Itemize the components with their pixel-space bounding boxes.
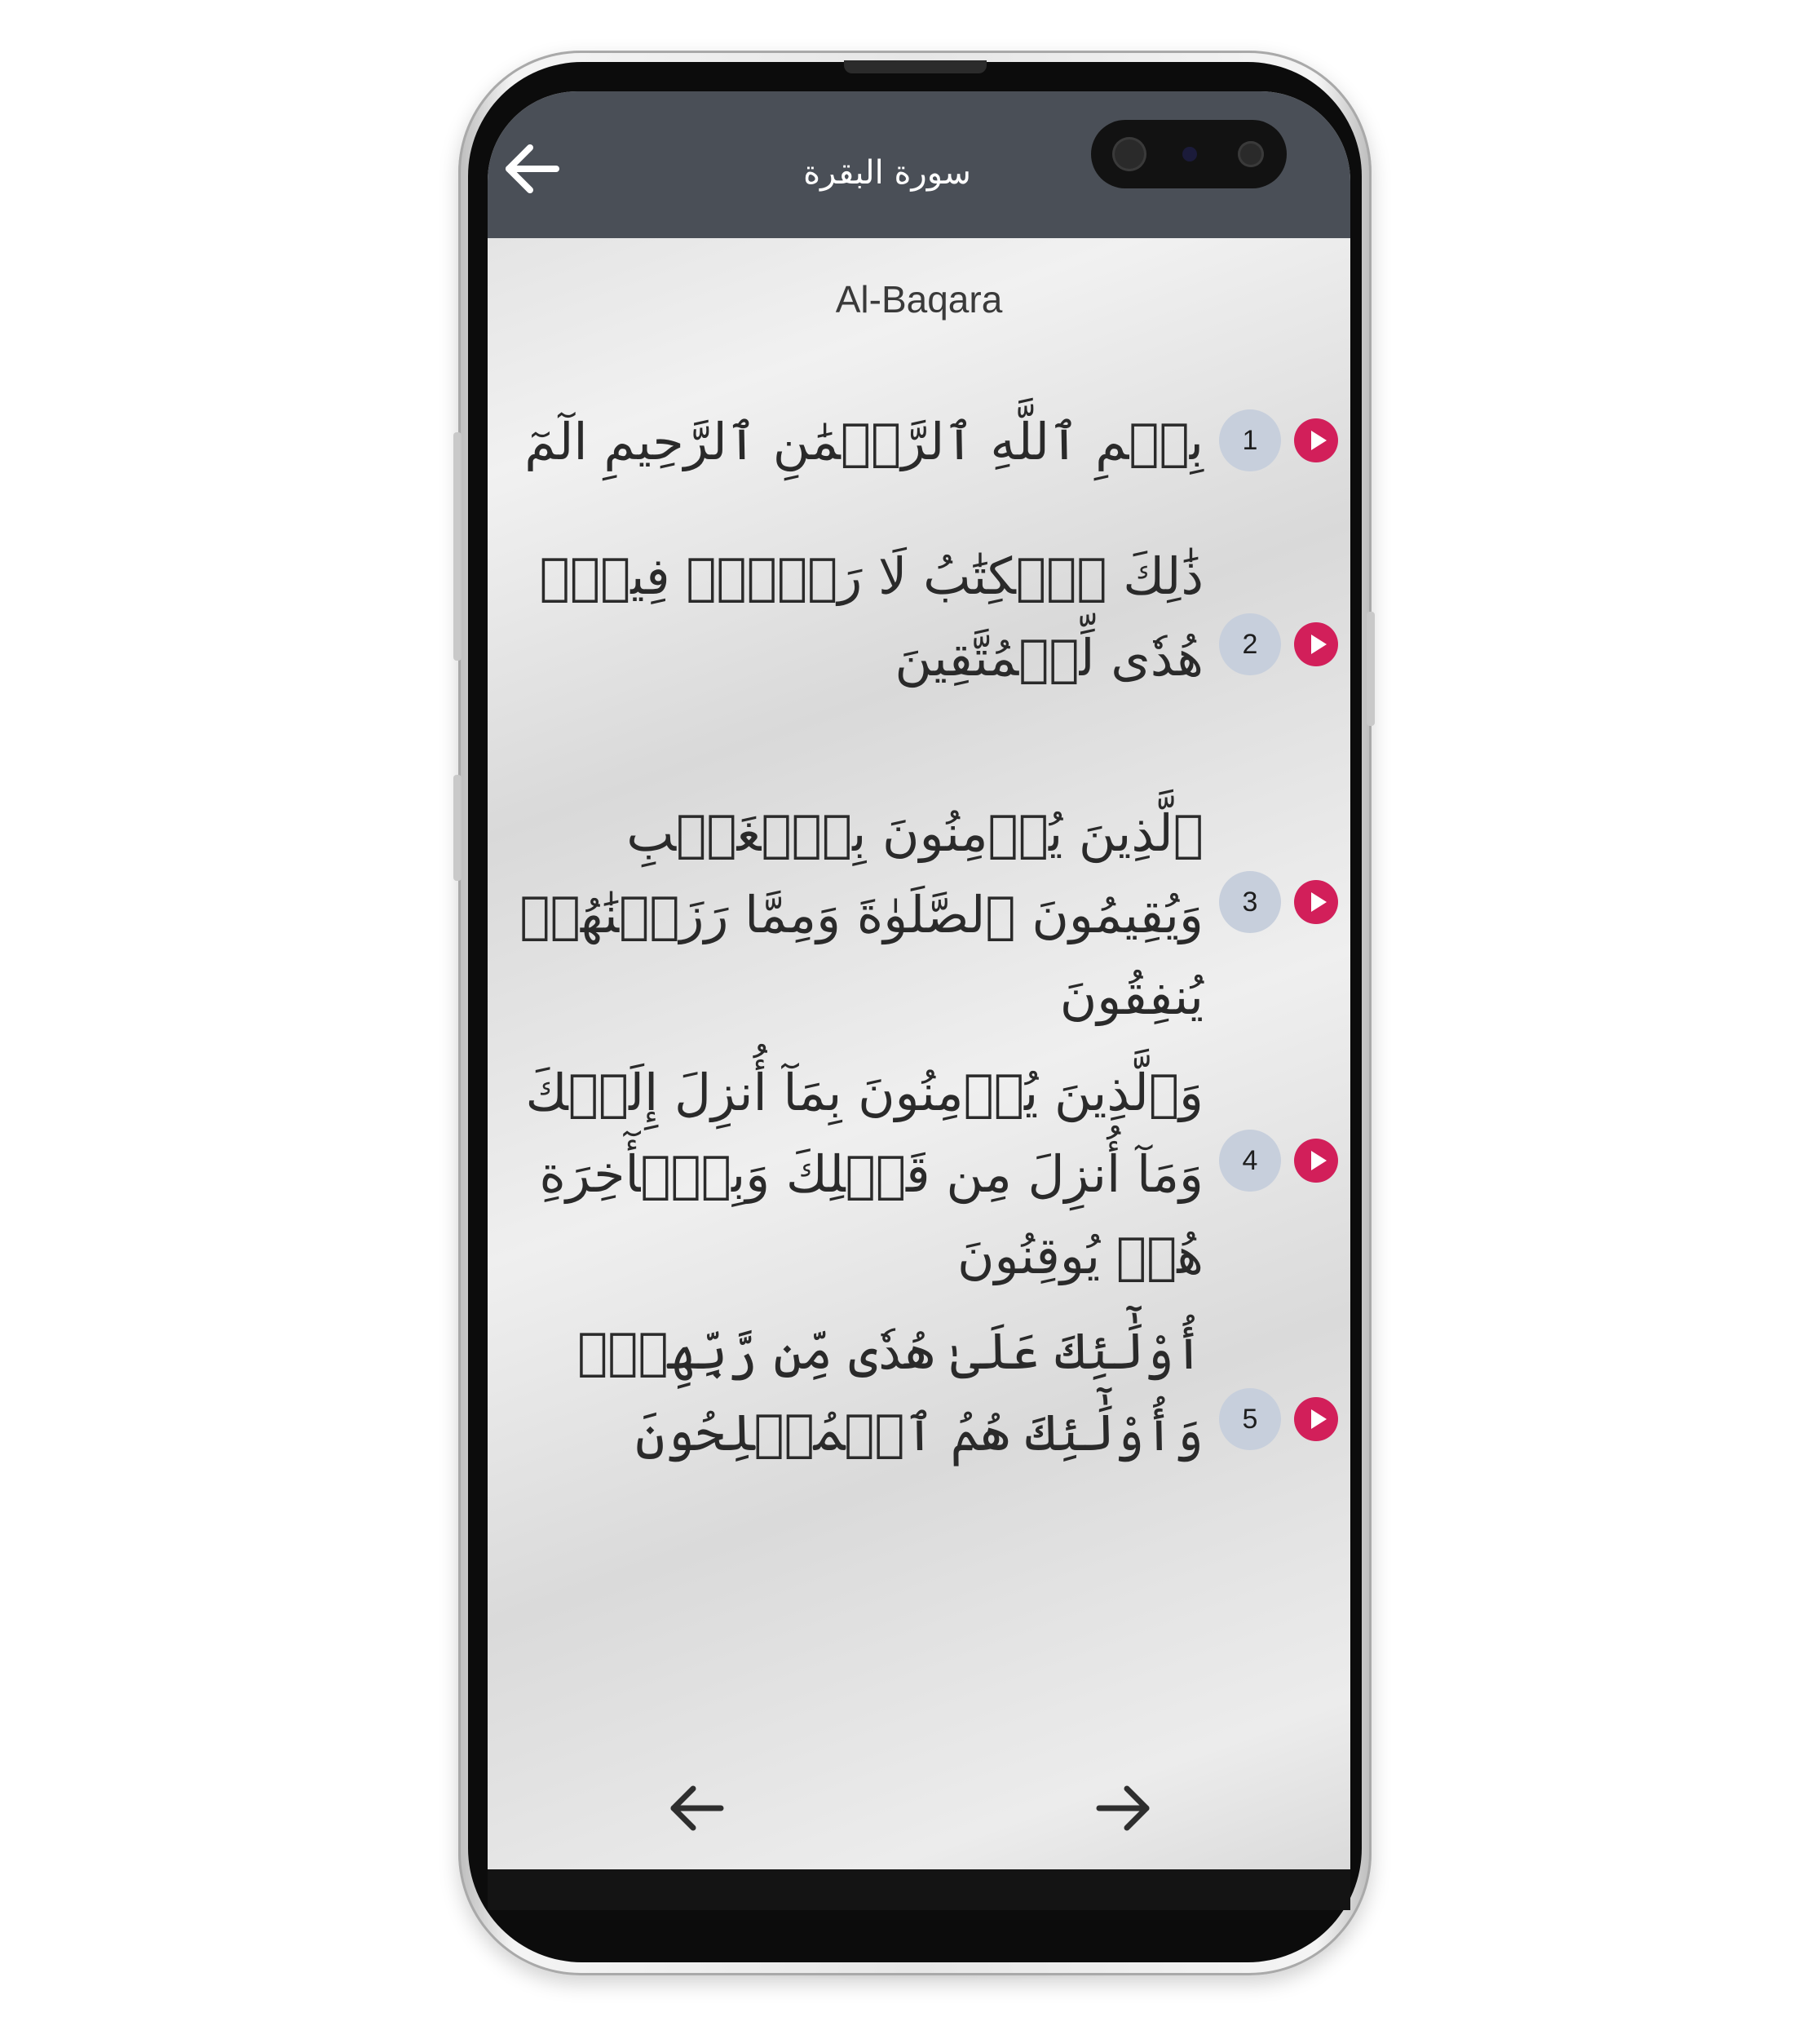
top-speaker (844, 60, 987, 73)
play-verse-button[interactable] (1294, 880, 1338, 924)
verse-number-badge: 3 (1219, 871, 1281, 933)
stage: سورة البقرة Al-Baqara بِسۡمِ ٱللَّهِ ٱلر… (0, 0, 1820, 2039)
verse-number-badge: 4 (1219, 1130, 1281, 1192)
play-icon (1311, 892, 1327, 912)
verse-number-badge: 5 (1219, 1388, 1281, 1450)
play-icon (1311, 431, 1327, 450)
bottom-bezel-bar (488, 1869, 1350, 1910)
next-page-button[interactable] (1086, 1771, 1160, 1845)
verse-text: ٱلَّذِينَ يُؤۡمِنُونَ بِٱلۡغَيۡبِ وَيُقِ… (519, 803, 1204, 1026)
arrow-left-icon (506, 144, 559, 193)
play-verse-button[interactable] (1294, 418, 1338, 462)
verse-text: أُوْلَٰٓئِكَ عَلَىٰ هُدٗى مِّن رَّبِّهِم… (577, 1321, 1204, 1462)
camera-cutout (1091, 120, 1287, 188)
previous-page-button[interactable] (660, 1771, 734, 1845)
verse-text: ذَٰلِكَ ٱلۡكِتَٰبُ لَا رَيۡبَۛ فِيهِۛ هُ… (539, 546, 1204, 688)
verse-text: وَٱلَّذِينَ يُؤۡمِنُونَ بِمَآ أُنزِلَ إِ… (525, 1063, 1204, 1285)
back-button[interactable] (497, 132, 571, 206)
play-icon (1311, 1409, 1327, 1429)
play-verse-button[interactable] (1294, 1139, 1338, 1183)
play-icon (1311, 1151, 1327, 1170)
play-icon (1311, 635, 1327, 654)
power-button (1367, 612, 1375, 726)
page-title: سورة البقرة (803, 154, 971, 192)
verse-text: بِسۡمِ ٱللَّهِ ٱلرَّحۡمَٰنِ ٱلرَّحِيمِ ا… (524, 412, 1204, 471)
arrow-left-icon (670, 1785, 724, 1831)
front-camera-lens (1112, 137, 1146, 171)
front-camera-lens-2 (1238, 141, 1264, 167)
verse-number-badge: 1 (1219, 409, 1281, 471)
sensor (1182, 147, 1197, 161)
volume-button (453, 432, 462, 661)
side-button (453, 775, 462, 881)
surah-transliteration: Al-Baqara (835, 278, 1003, 321)
app-bar: سورة البقرة (488, 91, 1350, 238)
play-verse-button[interactable] (1294, 622, 1338, 666)
screen: سورة البقرة Al-Baqara بِسۡمِ ٱللَّهِ ٱلر… (488, 91, 1350, 1910)
play-verse-button[interactable] (1294, 1397, 1338, 1441)
arrow-right-icon (1096, 1785, 1150, 1831)
verse-number-badge: 2 (1219, 613, 1281, 675)
